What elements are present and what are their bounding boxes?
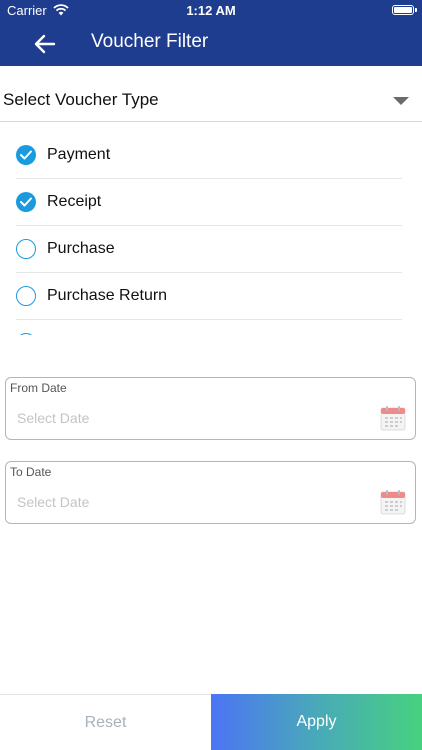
voucher-item-label: Receipt <box>47 193 102 210</box>
unchecked-circle-icon[interactable] <box>16 333 36 335</box>
calendar-icon[interactable] <box>380 489 406 515</box>
voucher-item-partial[interactable] <box>16 320 402 335</box>
divider <box>0 121 422 122</box>
voucher-item-payment[interactable]: Payment <box>16 132 402 179</box>
status-time: 1:12 AM <box>186 3 236 18</box>
page-title: Voucher Filter <box>91 31 209 52</box>
battery-icon <box>392 5 417 15</box>
from-date-placeholder: Select Date <box>17 410 90 426</box>
voucher-type-dropdown[interactable]: Select Voucher Type <box>0 78 422 122</box>
unchecked-circle-icon[interactable] <box>16 286 36 306</box>
voucher-item-purchase-return[interactable]: Purchase Return <box>16 273 402 320</box>
status-bar: Carrier 1:12 AM <box>0 0 422 22</box>
voucher-type-label: Select Voucher Type <box>3 90 159 109</box>
voucher-item-label: Payment <box>47 146 111 163</box>
back-button[interactable] <box>30 30 60 58</box>
checked-circle-icon[interactable] <box>16 145 36 165</box>
from-date-field[interactable]: From Date Select Date <box>5 377 416 440</box>
unchecked-circle-icon[interactable] <box>16 239 36 259</box>
voucher-item-receipt[interactable]: Receipt <box>16 179 402 226</box>
apply-button[interactable]: Apply <box>211 694 422 750</box>
caret-down-icon <box>393 97 409 105</box>
to-date-caption: To Date <box>10 465 52 479</box>
calendar-icon[interactable] <box>380 405 406 431</box>
to-date-field[interactable]: To Date Select Date <box>5 461 416 524</box>
arrow-left-icon <box>34 34 56 54</box>
voucher-type-list[interactable]: Payment Receipt Purchase Purchase Return <box>16 132 402 335</box>
voucher-item-label: Purchase <box>47 240 115 257</box>
reset-button[interactable]: Reset <box>0 694 211 750</box>
from-date-caption: From Date <box>10 381 67 395</box>
voucher-item-purchase[interactable]: Purchase <box>16 226 402 273</box>
to-date-placeholder: Select Date <box>17 494 90 510</box>
app-header: Voucher Filter <box>0 22 422 66</box>
action-bar: Reset Apply <box>0 694 422 750</box>
checked-circle-icon[interactable] <box>16 192 36 212</box>
voucher-item-label: Purchase Return <box>47 287 168 304</box>
